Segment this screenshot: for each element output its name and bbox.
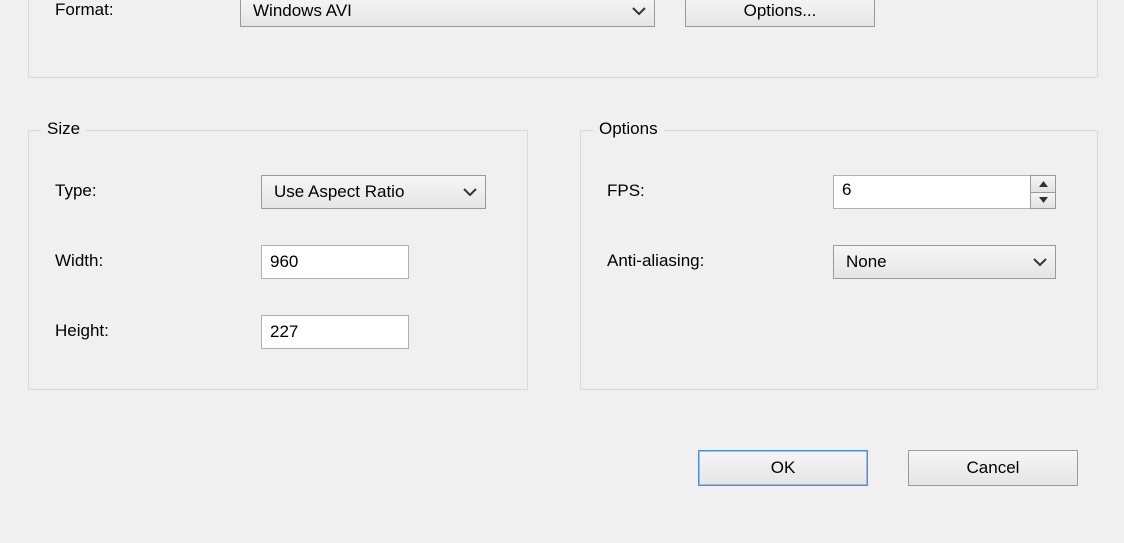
fps-decrement-button[interactable] xyxy=(1031,193,1055,209)
fps-spinner[interactable]: 6 xyxy=(833,175,1056,209)
fps-spinner-value[interactable]: 6 xyxy=(833,175,1030,209)
options-group-legend: Options xyxy=(593,119,664,139)
ok-button-label: OK xyxy=(771,458,796,478)
format-options-button[interactable]: Options... xyxy=(685,0,875,27)
cancel-button[interactable]: Cancel xyxy=(908,450,1078,486)
format-select-value: Windows AVI xyxy=(253,1,352,21)
anti-aliasing-select-value: None xyxy=(846,252,887,272)
chevron-down-icon xyxy=(463,188,477,197)
size-height-label: Height: xyxy=(55,321,109,341)
ok-button[interactable]: OK xyxy=(698,450,868,486)
chevron-down-icon xyxy=(1033,258,1047,267)
anti-aliasing-label: Anti-aliasing: xyxy=(607,251,704,271)
size-group-legend: Size xyxy=(41,119,86,139)
size-width-label: Width: xyxy=(55,251,103,271)
chevron-down-icon xyxy=(632,7,646,16)
fps-increment-button[interactable] xyxy=(1031,176,1055,193)
size-height-input[interactable] xyxy=(261,315,409,349)
triangle-up-icon xyxy=(1039,181,1048,187)
triangle-down-icon xyxy=(1039,197,1048,203)
cancel-button-label: Cancel xyxy=(967,458,1020,478)
size-width-input[interactable] xyxy=(261,245,409,279)
fps-spinner-arrows xyxy=(1030,175,1056,209)
options-group: Options FPS: 6 Anti-aliasing: None xyxy=(580,130,1098,390)
size-type-select[interactable]: Use Aspect Ratio xyxy=(261,175,486,209)
size-type-label: Type: xyxy=(55,181,97,201)
size-group: Size Type: Use Aspect Ratio Width: Heigh… xyxy=(28,130,528,390)
format-select[interactable]: Windows AVI xyxy=(240,0,655,27)
fps-label: FPS: xyxy=(607,181,645,201)
export-dialog: Format: Windows AVI Options... Size Type… xyxy=(0,0,1124,543)
format-options-button-label: Options... xyxy=(744,1,817,21)
anti-aliasing-select[interactable]: None xyxy=(833,245,1056,279)
format-label: Format: xyxy=(55,0,114,20)
size-type-select-value: Use Aspect Ratio xyxy=(274,182,404,202)
